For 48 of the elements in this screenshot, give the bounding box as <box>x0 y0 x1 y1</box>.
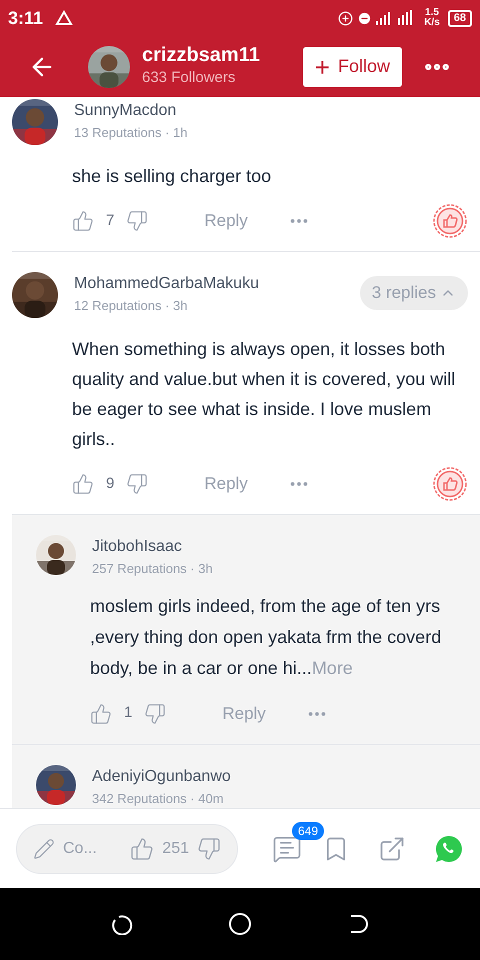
reply-button[interactable]: Reply <box>204 208 248 234</box>
award-badge-icon <box>432 466 468 502</box>
recent-apps-icon[interactable] <box>111 913 134 935</box>
comment-meta: 257 Reputations · 3h <box>92 560 214 578</box>
username[interactable]: JitobohIsaac <box>92 535 468 559</box>
data-saver-icon <box>338 10 354 26</box>
profile-username: crizzbsam11 <box>142 43 260 68</box>
like-icon[interactable] <box>130 836 154 860</box>
reply-button[interactable]: Reply <box>204 471 248 497</box>
dislike-icon[interactable] <box>126 473 148 495</box>
reply-button[interactable]: Reply <box>222 700 266 726</box>
like-count: 7 <box>106 210 114 231</box>
dislike-icon[interactable] <box>144 702 166 724</box>
battery-icon: 68 <box>448 10 472 26</box>
comment-text: When something is always open, it losses both quality and value.but when it is covered, you will be eager to see what is inside. I love muslem girls.. <box>71 338 456 451</box>
comment-meta: 13 Reputations · 1h <box>74 124 188 142</box>
reply-text: moslem girls indeed, from the age of ten yrs ,every thing don open yakata frm the coverd body, be in a car or one hi...More <box>89 594 442 680</box>
network-speed: 1.5 <box>425 8 439 18</box>
username[interactable]: MohammedGarbaMakuku <box>74 272 344 296</box>
replies-toggle[interactable]: 3 replies <box>360 276 468 310</box>
award-badge-icon <box>432 203 468 239</box>
comment-count-badge: 649 <box>292 822 324 840</box>
dislike-icon[interactable] <box>197 836 221 860</box>
follower-count: 633 Followers <box>142 68 236 88</box>
pencil-icon <box>33 838 55 860</box>
like-count: 1 <box>124 703 132 724</box>
like-count: 251 <box>162 838 189 858</box>
follow-button[interactable]: + Follow <box>302 46 402 86</box>
whatsapp-icon[interactable] <box>434 834 464 864</box>
dislike-icon[interactable] <box>126 210 148 232</box>
do-not-disturb-icon <box>357 10 372 26</box>
comment-bar[interactable]: Co... 251 <box>16 824 238 874</box>
more-link[interactable]: More <box>312 658 353 678</box>
username[interactable]: AdeniyiOgunbanwo <box>92 764 468 788</box>
like-count: 9 <box>106 474 114 494</box>
status-time: 3:11 <box>8 6 44 30</box>
like-icon[interactable] <box>72 210 94 232</box>
home-icon[interactable] <box>228 912 252 936</box>
share-icon[interactable] <box>378 834 406 862</box>
network-speed-unit: K/s <box>424 18 440 28</box>
username[interactable]: SunnyMacdon <box>74 99 468 123</box>
comment-placeholder: Co... <box>63 838 97 858</box>
triangle-icon <box>55 10 74 26</box>
comment-meta: 342 Reputations · 40m <box>92 790 225 808</box>
like-icon[interactable] <box>90 702 112 724</box>
comment-meta: 12 Reputations · 3h <box>74 297 188 315</box>
like-icon[interactable] <box>72 473 94 495</box>
comment-text: she is selling charger too <box>71 165 272 188</box>
